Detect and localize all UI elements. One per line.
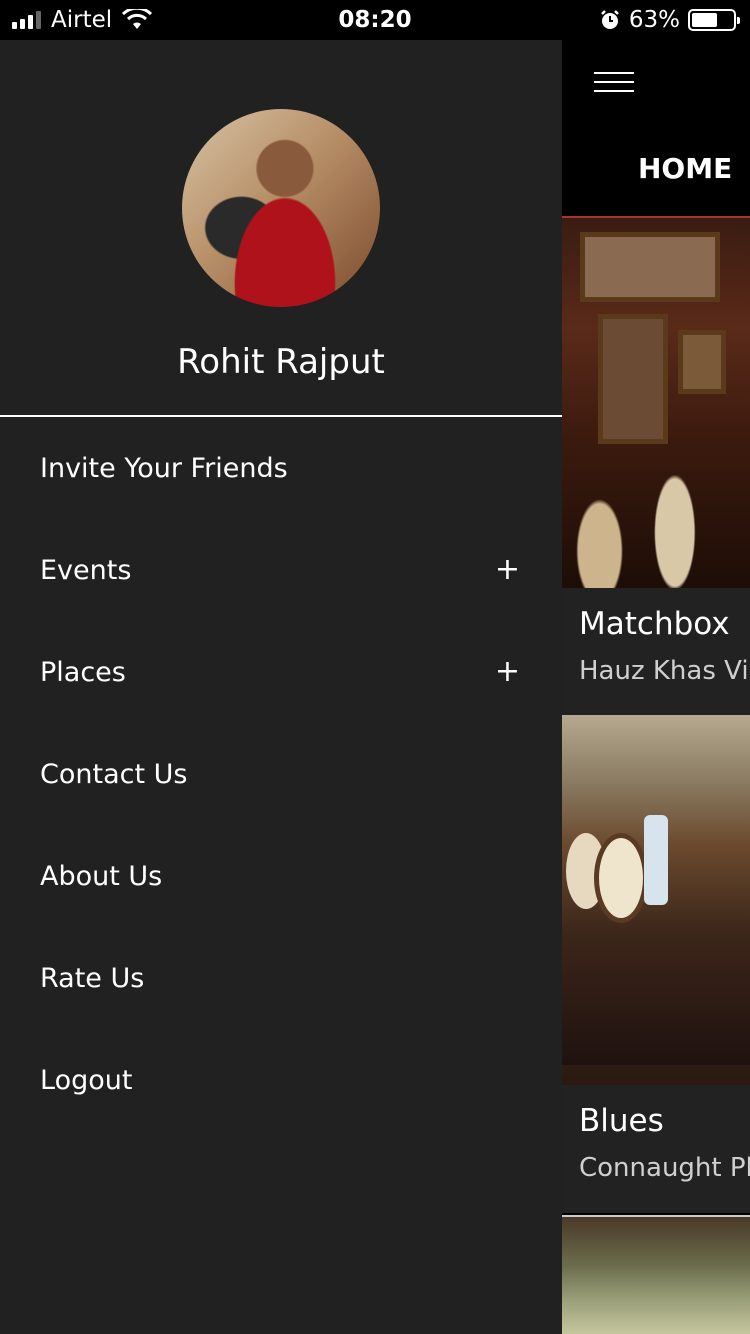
venue-name: Blues <box>579 1103 664 1139</box>
carrier-label: Airtel <box>51 7 113 33</box>
menu-item-label: Logout <box>40 1064 133 1096</box>
status-left: Airtel <box>12 0 153 40</box>
picture-frame <box>598 314 668 444</box>
menu-item-invite-friends[interactable]: Invite Your Friends <box>0 417 562 519</box>
venue-info: Matchbox Hauz Khas Vil <box>562 588 750 716</box>
menu-item-label: Invite Your Friends <box>40 452 288 484</box>
menu-item-places[interactable]: Places + <box>0 621 562 723</box>
status-right: 63% <box>599 0 740 40</box>
expand-plus-icon[interactable]: + <box>495 519 520 621</box>
menu-item-events[interactable]: Events + <box>0 519 562 621</box>
page-title: HOME <box>638 152 733 185</box>
venue-image <box>562 1217 750 1334</box>
alarm-icon <box>600 10 619 29</box>
picture-frame <box>678 330 726 394</box>
menu-item-label: Contact Us <box>40 758 188 790</box>
venue-location: Hauz Khas Vil <box>579 656 750 686</box>
status-bar: Airtel 08:20 63% <box>0 0 750 40</box>
main-content: HOME Matchbox Hauz Khas Vil Blues Connau… <box>562 40 750 1334</box>
venue-card[interactable] <box>562 1215 750 1334</box>
menu-hamburger-icon[interactable] <box>594 72 634 94</box>
decor <box>594 833 648 923</box>
avatar[interactable] <box>182 109 380 307</box>
picture-frame <box>580 232 720 302</box>
profile-name: Rohit Rajput <box>177 342 385 382</box>
menu-item-contact-us[interactable]: Contact Us <box>0 723 562 825</box>
battery-percent: 63% <box>628 7 680 33</box>
menu-item-label: Places <box>40 656 126 688</box>
signal-icon <box>12 11 41 29</box>
venue-location: Connaught Pla <box>579 1153 750 1183</box>
venue-info: Blues Connaught Pla <box>562 1085 750 1213</box>
navigation-drawer: Rohit Rajput Invite Your Friends Events … <box>0 40 562 1334</box>
menu-item-logout[interactable]: Logout <box>0 1029 562 1131</box>
venue-image <box>562 715 750 1085</box>
profile-header: Rohit Rajput <box>0 40 562 417</box>
expand-plus-icon[interactable]: + <box>495 621 520 723</box>
menu-item-label: About Us <box>40 860 163 892</box>
menu-item-rate-us[interactable]: Rate Us <box>0 927 562 1029</box>
battery-fill <box>692 13 717 27</box>
wifi-icon <box>122 9 153 29</box>
venue-card[interactable]: Matchbox Hauz Khas Vil <box>562 216 750 716</box>
venue-card[interactable]: Blues Connaught Pla <box>562 715 750 1215</box>
menu-item-label: Rate Us <box>40 962 145 994</box>
drawer-menu: Invite Your Friends Events + Places + Co… <box>0 417 562 1131</box>
decor <box>562 945 750 1065</box>
decor <box>644 815 668 905</box>
venue-name: Matchbox <box>579 606 730 642</box>
battery-icon <box>688 9 740 31</box>
menu-item-label: Events <box>40 554 132 586</box>
venue-image <box>562 218 750 588</box>
menu-item-about-us[interactable]: About Us <box>0 825 562 927</box>
